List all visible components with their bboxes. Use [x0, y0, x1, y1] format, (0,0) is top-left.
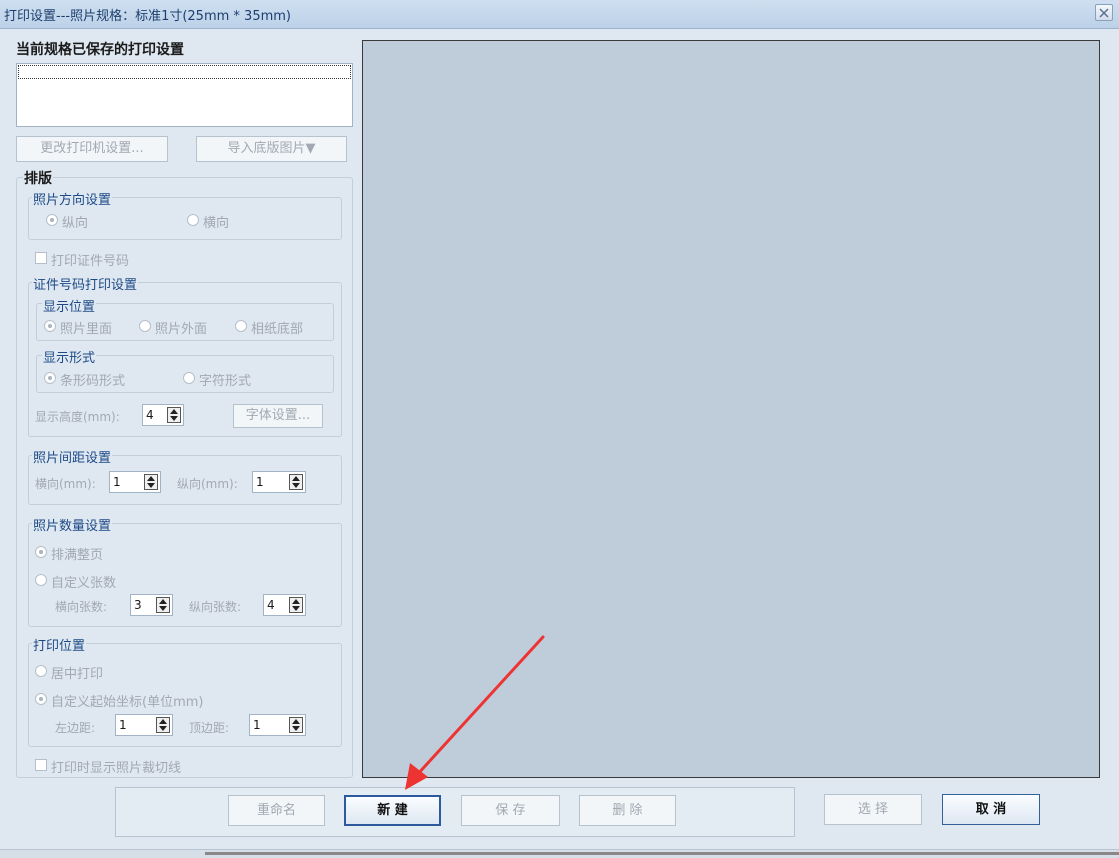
center-print-radio[interactable]: [35, 665, 47, 677]
left-margin-label: 左边距:: [55, 721, 96, 735]
count-v-stepper[interactable]: 4: [263, 594, 306, 616]
fill-page-radio[interactable]: [35, 546, 47, 558]
display-height-stepper[interactable]: 4: [142, 404, 184, 426]
position-outside-label: 照片外面: [155, 322, 208, 337]
change-printer-button[interactable]: 更改打印机设置...: [16, 136, 168, 162]
custom-position-radio[interactable]: [35, 693, 47, 705]
spacing-h-label: 横向(mm):: [35, 477, 96, 491]
format-text-label: 字符形式: [199, 374, 252, 389]
display-format-title: 显示形式: [42, 347, 97, 366]
delete-button[interactable]: 删 除: [579, 795, 676, 826]
rename-button[interactable]: 重命名: [228, 795, 325, 826]
count-h-value: 3: [134, 598, 142, 612]
format-barcode-radio[interactable]: [44, 372, 56, 384]
spacing-v-label: 纵向(mm):: [177, 477, 238, 491]
spinner-arrows-icon[interactable]: [144, 474, 158, 490]
title-bar: 打印设置---照片规格：标准1寸(25mm * 35mm): [0, 0, 1119, 29]
fill-page-label: 排满整页: [51, 548, 104, 563]
print-position-title: 打印位置: [32, 635, 87, 654]
id-print-title: 证件号码打印设置: [32, 274, 139, 293]
spinner-arrows-icon[interactable]: [289, 474, 303, 490]
spacing-v-stepper[interactable]: 1: [252, 471, 306, 493]
left-margin-stepper[interactable]: 1: [115, 714, 173, 736]
custom-position-label: 自定义起始坐标(单位mm): [51, 695, 204, 710]
count-h-stepper[interactable]: 3: [130, 594, 173, 616]
position-bottom-label: 相纸底部: [251, 322, 304, 337]
position-inside-radio[interactable]: [44, 320, 56, 332]
spinner-arrows-icon[interactable]: [289, 597, 303, 613]
position-bottom-radio[interactable]: [235, 320, 247, 332]
landscape-radio[interactable]: [187, 214, 199, 226]
display-height-label: 显示高度(mm):: [35, 410, 120, 424]
top-margin-stepper[interactable]: 1: [249, 714, 306, 736]
spinner-arrows-icon[interactable]: [167, 407, 181, 423]
position-inside-label: 照片里面: [60, 322, 113, 337]
left-margin-value: 1: [119, 718, 127, 732]
font-settings-button[interactable]: 字体设置...: [233, 404, 323, 428]
select-button[interactable]: 选 择: [824, 794, 922, 825]
spacing-h-stepper[interactable]: 1: [109, 471, 161, 493]
top-margin-label: 顶边距:: [189, 721, 230, 735]
top-margin-value: 1: [253, 718, 261, 732]
portrait-radio[interactable]: [46, 214, 58, 226]
show-cut-lines-checkbox[interactable]: [35, 759, 47, 771]
window-title: 打印设置---照片规格：标准1寸(25mm * 35mm): [4, 9, 291, 24]
custom-count-radio[interactable]: [35, 574, 47, 586]
spacing-h-value: 1: [113, 475, 121, 489]
position-outside-radio[interactable]: [139, 320, 151, 332]
center-print-label: 居中打印: [51, 667, 104, 682]
new-button[interactable]: 新 建: [344, 795, 441, 826]
landscape-label: 横向: [203, 216, 230, 231]
save-button[interactable]: 保 存: [461, 795, 560, 826]
display-position-title: 显示位置: [42, 296, 97, 315]
orientation-title: 照片方向设置: [32, 189, 113, 208]
saved-settings-header: 当前规格已保存的打印设置: [16, 42, 184, 58]
portrait-label: 纵向: [62, 216, 89, 231]
format-barcode-label: 条形码形式: [60, 374, 126, 389]
spinner-arrows-icon[interactable]: [289, 717, 303, 733]
import-base-image-button[interactable]: 导入底版图片▼: [196, 136, 347, 162]
print-id-checkbox[interactable]: [35, 252, 47, 264]
cancel-button[interactable]: 取 消: [942, 794, 1040, 825]
count-v-value: 4: [267, 598, 275, 612]
saved-settings-list[interactable]: [16, 63, 353, 127]
action-bar: [115, 787, 795, 837]
count-title: 照片数量设置: [32, 515, 113, 534]
spacing-title: 照片间距设置: [32, 447, 113, 466]
list-item[interactable]: [18, 65, 351, 79]
count-h-label: 横向张数:: [55, 600, 108, 614]
spinner-arrows-icon[interactable]: [156, 717, 170, 733]
print-id-label: 打印证件号码: [51, 254, 130, 269]
close-button[interactable]: [1095, 4, 1113, 21]
custom-count-label: 自定义张数: [51, 576, 117, 591]
display-height-value: 4: [146, 408, 154, 422]
photo-preview-area: [362, 40, 1100, 778]
count-v-label: 纵向张数:: [189, 600, 242, 614]
close-icon: [1099, 8, 1109, 18]
show-cut-lines-label: 打印时显示照片裁切线: [51, 761, 182, 776]
spinner-arrows-icon[interactable]: [156, 597, 170, 613]
spacing-v-value: 1: [256, 475, 264, 489]
layout-header: 排版: [23, 168, 53, 188]
format-text-radio[interactable]: [183, 372, 195, 384]
